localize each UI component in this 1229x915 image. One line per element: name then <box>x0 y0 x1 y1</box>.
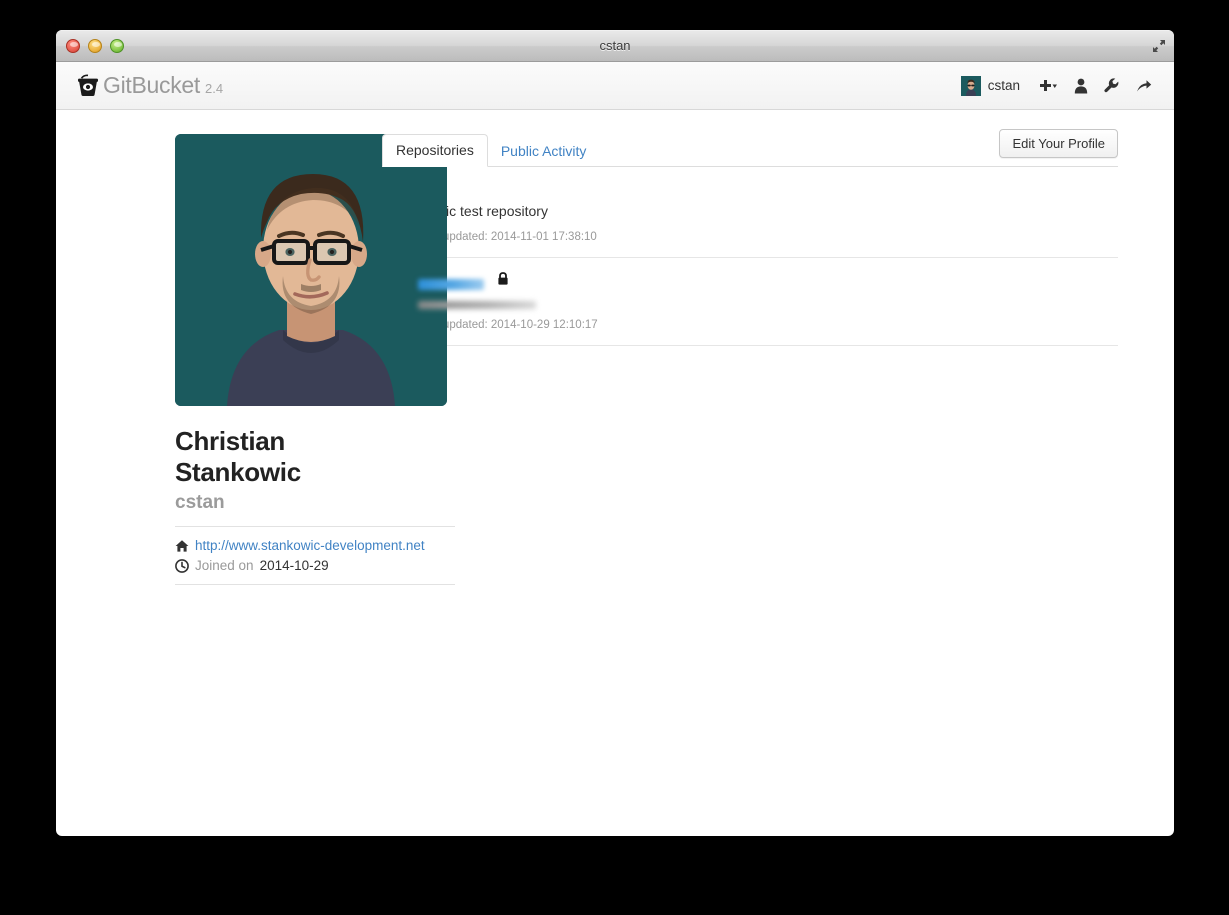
private-lock-badge-icon <box>497 272 509 291</box>
browser-window: cstan GitBucket 2.4 cstan Christian Stan… <box>56 30 1174 836</box>
repo-last-updated: Last updated: 2014-10-29 12:10:17 <box>418 319 598 331</box>
tab-repositories[interactable]: Repositories <box>382 134 488 167</box>
brand-version: 2.4 <box>205 81 224 96</box>
gitbucket-bucket-icon <box>76 74 100 98</box>
redacted-repo-name <box>418 278 484 290</box>
home-icon <box>175 539 189 553</box>
clock-icon <box>175 559 189 573</box>
repo-name-redacted[interactable] <box>418 272 1118 291</box>
profile-main: Repositories Public Activity Edit Your P… <box>360 129 1150 585</box>
profile-tabs: Repositories Public Activity Edit Your P… <box>382 129 1118 167</box>
brand-link[interactable]: GitBucket 2.4 <box>76 72 223 99</box>
nav-user-link[interactable]: cstan <box>960 75 1020 96</box>
sign-out-arrow-icon[interactable] <box>1136 78 1152 94</box>
profile-sidebar: Christian Stankowic cstan http://www.sta… <box>80 134 455 585</box>
profile-fullname: Christian Stankowic <box>175 426 301 487</box>
edit-profile-button[interactable]: Edit Your Profile <box>999 129 1118 158</box>
profile-photo[interactable] <box>175 134 447 406</box>
fullscreen-button[interactable] <box>1151 38 1167 54</box>
header-nav: cstan <box>960 75 1152 96</box>
app-header: GitBucket 2.4 cstan <box>56 62 1174 110</box>
user-avatar <box>960 75 981 96</box>
window-titlebar: cstan <box>56 30 1174 62</box>
table-row: test Public test repository Last updated… <box>382 167 1118 258</box>
tab-public-activity[interactable]: Public Activity <box>488 136 600 167</box>
wrench-icon[interactable] <box>1104 77 1120 94</box>
repo-details: test Public test repository Last updated… <box>418 181 1118 244</box>
joined-label: Joined on <box>195 558 254 573</box>
plus-caret-icon[interactable] <box>1036 79 1058 93</box>
redacted-repo-description <box>418 301 536 309</box>
table-row: Last updated: 2014-10-29 12:10:17 <box>382 258 1118 346</box>
joined-date: 2014-10-29 <box>259 558 329 573</box>
page-content: Christian Stankowic cstan http://www.sta… <box>56 110 1174 585</box>
profile-username: cstan <box>175 492 225 513</box>
brand-name: GitBucket <box>103 72 201 98</box>
person-icon[interactable] <box>1074 78 1088 94</box>
repo-last-updated: Last updated: 2014-11-01 17:38:10 <box>418 231 597 243</box>
window-title: cstan <box>599 38 631 53</box>
nav-username-label: cstan <box>987 78 1020 93</box>
repo-details: Last updated: 2014-10-29 12:10:17 <box>418 272 1118 332</box>
repo-description: Public test repository <box>418 203 548 219</box>
